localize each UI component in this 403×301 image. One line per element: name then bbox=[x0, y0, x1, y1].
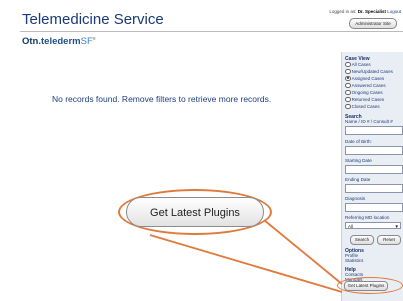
callout-line-upper bbox=[263, 219, 343, 285]
callout-lines bbox=[149, 219, 343, 293]
callout-line-lower bbox=[149, 234, 343, 293]
get-latest-plugins-button[interactable]: Get Latest Plugins bbox=[126, 197, 264, 227]
